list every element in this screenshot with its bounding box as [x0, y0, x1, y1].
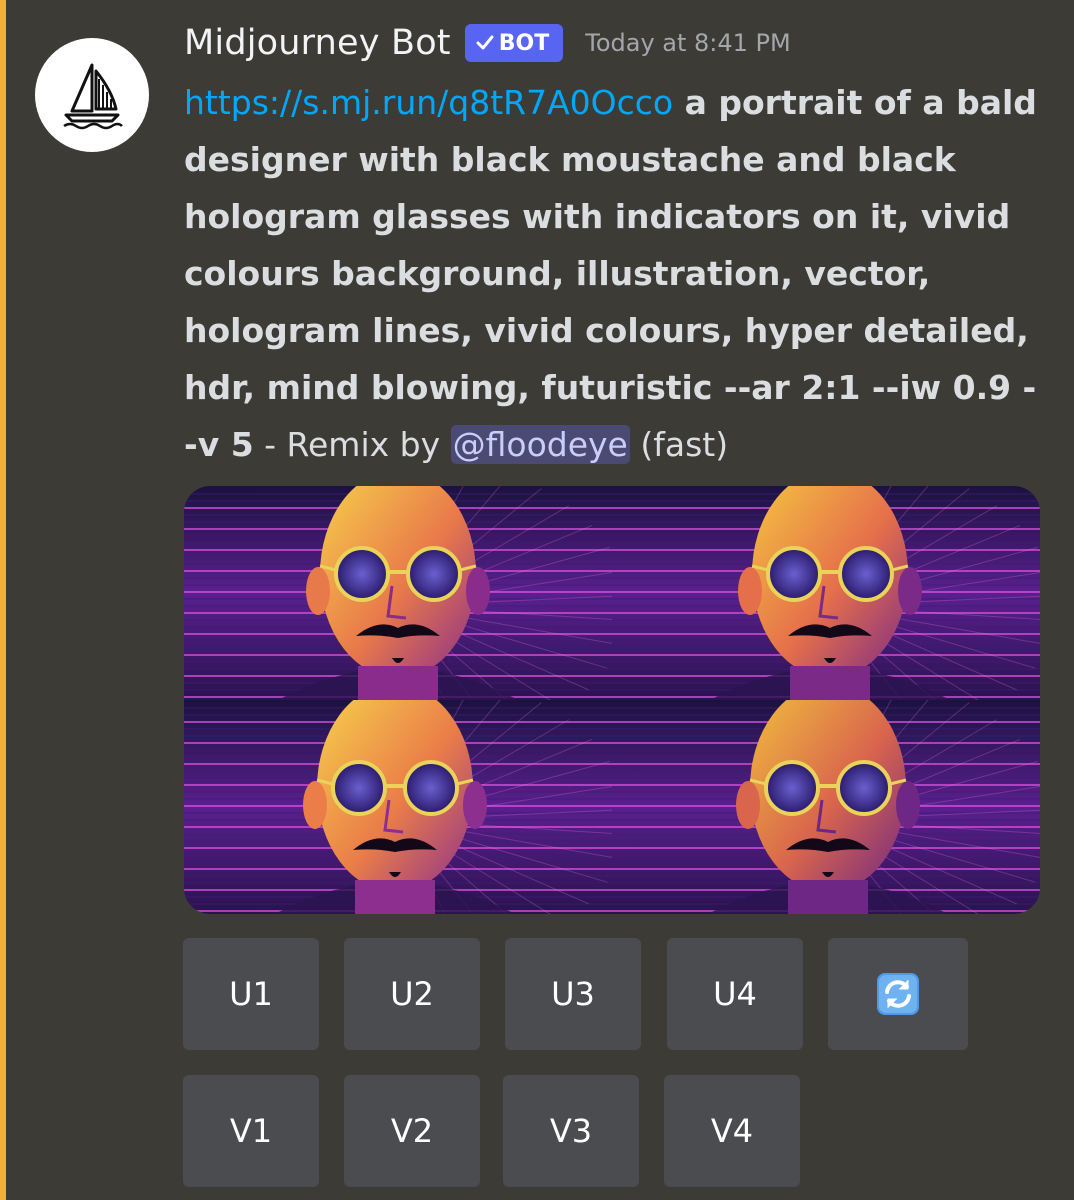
bot-badge: BOT: [464, 24, 564, 62]
timestamp[interactable]: Today at 8:41 PM: [585, 29, 791, 57]
message-content: https://s.mj.run/q8tR7A0Occo a portrait …: [184, 74, 1044, 473]
bot-tag-label: BOT: [498, 30, 550, 56]
user-mention[interactable]: @floodeye: [450, 425, 630, 464]
variation-button-4[interactable]: V4: [664, 1075, 800, 1187]
prompt-link[interactable]: https://s.mj.run/q8tR7A0Occo: [184, 83, 673, 122]
variation-button-2[interactable]: V2: [344, 1075, 480, 1187]
message-header: Midjourney Bot BOT Today at 8:41 PM: [184, 18, 791, 68]
generated-image-2[interactable]: [612, 486, 1040, 700]
upscale-button-3[interactable]: U3: [505, 938, 641, 1050]
upscale-button-1[interactable]: U1: [183, 938, 319, 1050]
portrait-illustration: [612, 700, 1040, 914]
portrait-illustration: [184, 700, 612, 914]
speed-label: (fast): [629, 425, 729, 464]
username[interactable]: Midjourney Bot: [184, 23, 451, 63]
generated-image-1[interactable]: [184, 486, 612, 700]
portrait-illustration: [184, 486, 612, 700]
generated-image-4[interactable]: [612, 700, 1040, 914]
refresh-icon: [877, 973, 919, 1015]
variation-button-3[interactable]: V3: [503, 1075, 639, 1187]
sailboat-icon: [63, 63, 123, 130]
mention-highlight-bar: [0, 0, 6, 1200]
upscale-button-4[interactable]: U4: [667, 938, 803, 1050]
upscale-button-2[interactable]: U2: [344, 938, 480, 1050]
variation-button-1[interactable]: V1: [183, 1075, 319, 1187]
avatar[interactable]: [35, 38, 149, 152]
verified-check-icon: [476, 35, 494, 50]
generated-image-3[interactable]: [184, 700, 612, 914]
image-grid[interactable]: [184, 486, 1040, 914]
portrait-illustration: [612, 486, 1040, 700]
remix-label: - Remix by: [253, 425, 451, 464]
prompt-text: a portrait of a bald designer with black…: [184, 83, 1037, 464]
reroll-button[interactable]: [828, 938, 968, 1050]
